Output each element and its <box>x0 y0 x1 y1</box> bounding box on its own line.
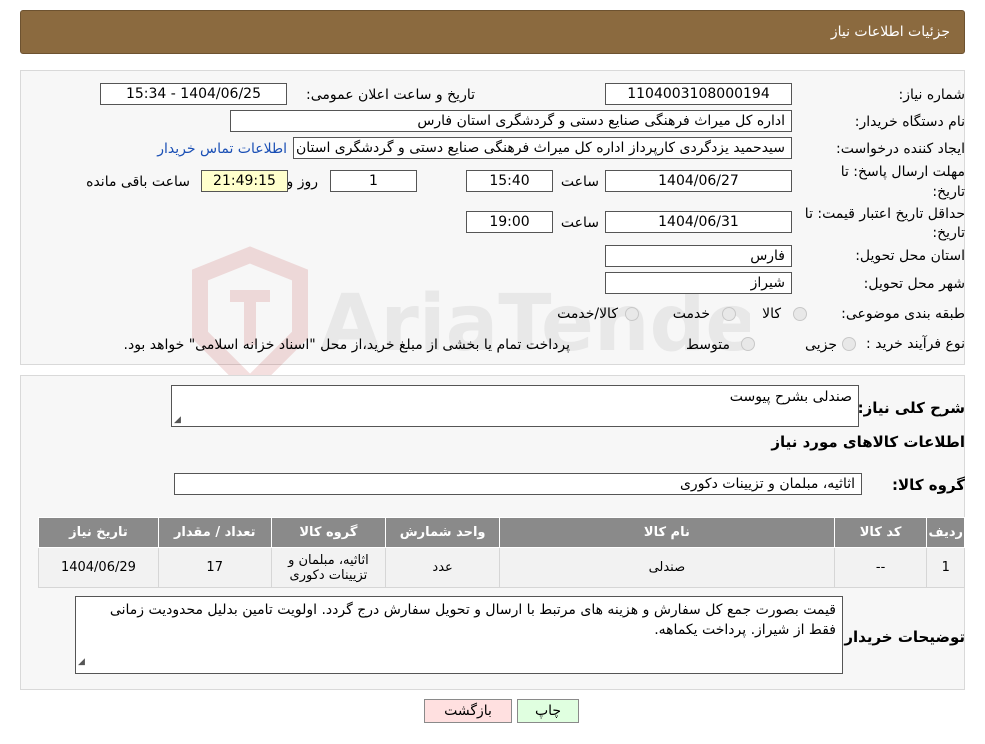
col-group: گروه کالا <box>270 517 387 548</box>
goods-group-label: گروه کالا: <box>892 476 965 494</box>
buyer-notes-field[interactable]: قیمت بصورت جمع کل سفارش و هزینه های مرتب… <box>75 596 843 674</box>
table-header-row: ردیف کد کالا نام کالا واحد شمارش گروه کا… <box>38 517 965 548</box>
price-validity-label: حداقل تاریخ اعتبار قیمت: تا <box>804 206 965 222</box>
watermark-logo: AriaTender.neT <box>192 246 750 395</box>
need-number-label: شماره نیاز: <box>898 87 966 103</box>
print-button[interactable]: چاپ <box>517 699 579 723</box>
category-goods-radio[interactable] <box>793 307 807 321</box>
reply-time-field: 15:40 <box>466 170 553 192</box>
city-label: شهر محل تحویل: <box>863 276 965 292</box>
goods-table: ردیف کد کالا نام کالا واحد شمارش گروه کا… <box>38 517 965 588</box>
buyer-notes-text: قیمت بصورت جمع کل سفارش و هزینه های مرتب… <box>109 602 836 638</box>
need-number-field: 1104003108000194 <box>605 83 792 105</box>
cell-code: -- <box>833 547 928 588</box>
resize-grip-icon[interactable]: ◢ <box>174 415 181 425</box>
city-field: شیراز <box>605 272 792 294</box>
col-date: تاریخ نیاز <box>38 517 159 548</box>
cell-name: صندلی <box>498 547 835 588</box>
announce-date-field: 1404/06/25 - 15:34 <box>100 83 287 105</box>
process-type-label: نوع فرآیند خرید : <box>866 336 965 352</box>
col-unit: واحد شمارش <box>385 517 500 548</box>
treasury-note: پرداخت تمام یا بخشی از مبلغ خرید،از محل … <box>123 337 570 353</box>
buyer-contact-link[interactable]: اطلاعات تماس خریدار <box>157 141 287 157</box>
announce-date-label: تاریخ و ساعت اعلان عمومی: <box>306 87 475 103</box>
process-minor-radio[interactable] <box>842 337 856 351</box>
category-label: طبقه بندی موضوعی: <box>841 306 965 322</box>
cell-unit: عدد <box>385 547 500 588</box>
reply-date-field: 1404/06/27 <box>605 170 792 192</box>
col-quantity: تعداد / مقدار <box>157 517 272 548</box>
category-service-label: خدمت <box>672 306 710 322</box>
process-medium-label: متوسط <box>686 337 730 353</box>
province-field: فارس <box>605 245 792 267</box>
summary-label: شرح کلی نیاز: <box>857 399 965 417</box>
price-validity-label-2: تاریخ: <box>932 225 965 241</box>
province-label: استان محل تحویل: <box>855 248 965 264</box>
col-code: کد کالا <box>833 517 928 548</box>
cell-quantity: 17 <box>157 547 272 588</box>
remaining-time-field: 21:49:15 <box>201 170 288 192</box>
reply-deadline-label: مهلت ارسال پاسخ: تا <box>840 164 965 180</box>
validity-date-field: 1404/06/31 <box>605 211 792 233</box>
cell-group: اثاثیه، مبلمان و تزیینات دکوری <box>270 547 387 588</box>
back-button[interactable]: بازگشت <box>424 699 512 723</box>
buyer-notes-label: توضیحات خریدار: <box>838 628 965 646</box>
category-goods-service-radio[interactable] <box>625 307 639 321</box>
validity-time-label: ساعت <box>560 215 599 231</box>
reply-time-label: ساعت <box>560 174 599 190</box>
buyer-org-field: اداره کل میراث فرهنگی صنایع دستی و گردشگ… <box>230 110 792 132</box>
col-name: نام کالا <box>498 517 835 548</box>
cell-date: 1404/06/29 <box>38 547 159 588</box>
days-label: روز و <box>286 174 319 190</box>
buyer-org-label: نام دستگاه خریدار: <box>854 114 965 130</box>
remaining-time-label: ساعت باقی مانده <box>86 174 190 190</box>
col-row: ردیف <box>926 517 965 548</box>
category-goods-label: کالا <box>762 306 781 322</box>
page-title: جزئیات اطلاعات نیاز <box>830 24 950 40</box>
creator-field: سیدحمید یزدگردی کارپرداز اداره کل میراث … <box>293 137 792 159</box>
reply-deadline-label-2: تاریخ: <box>932 184 965 200</box>
cell-row: 1 <box>926 547 965 588</box>
category-service-radio[interactable] <box>722 307 736 321</box>
validity-time-field: 19:00 <box>466 211 553 233</box>
process-medium-radio[interactable] <box>741 337 755 351</box>
goods-group-field: اثاثیه، مبلمان و تزیینات دکوری <box>174 473 862 495</box>
category-goods-service-label: کالا/خدمت <box>557 306 618 322</box>
summary-field[interactable]: صندلی بشرح پیوست ◢ <box>171 385 859 427</box>
days-remaining-field: 1 <box>330 170 417 192</box>
creator-label: ایجاد کننده درخواست: <box>836 141 965 157</box>
process-minor-label: جزیی <box>805 337 837 353</box>
table-row: 1 -- صندلی عدد اثاثیه، مبلمان و تزیینات … <box>38 547 965 588</box>
summary-text: صندلی بشرح پیوست <box>729 389 852 405</box>
goods-info-title: اطلاعات کالاهای مورد نیاز <box>771 433 965 451</box>
page-header: جزئیات اطلاعات نیاز <box>20 10 965 54</box>
resize-grip-icon[interactable]: ◢ <box>78 652 85 672</box>
